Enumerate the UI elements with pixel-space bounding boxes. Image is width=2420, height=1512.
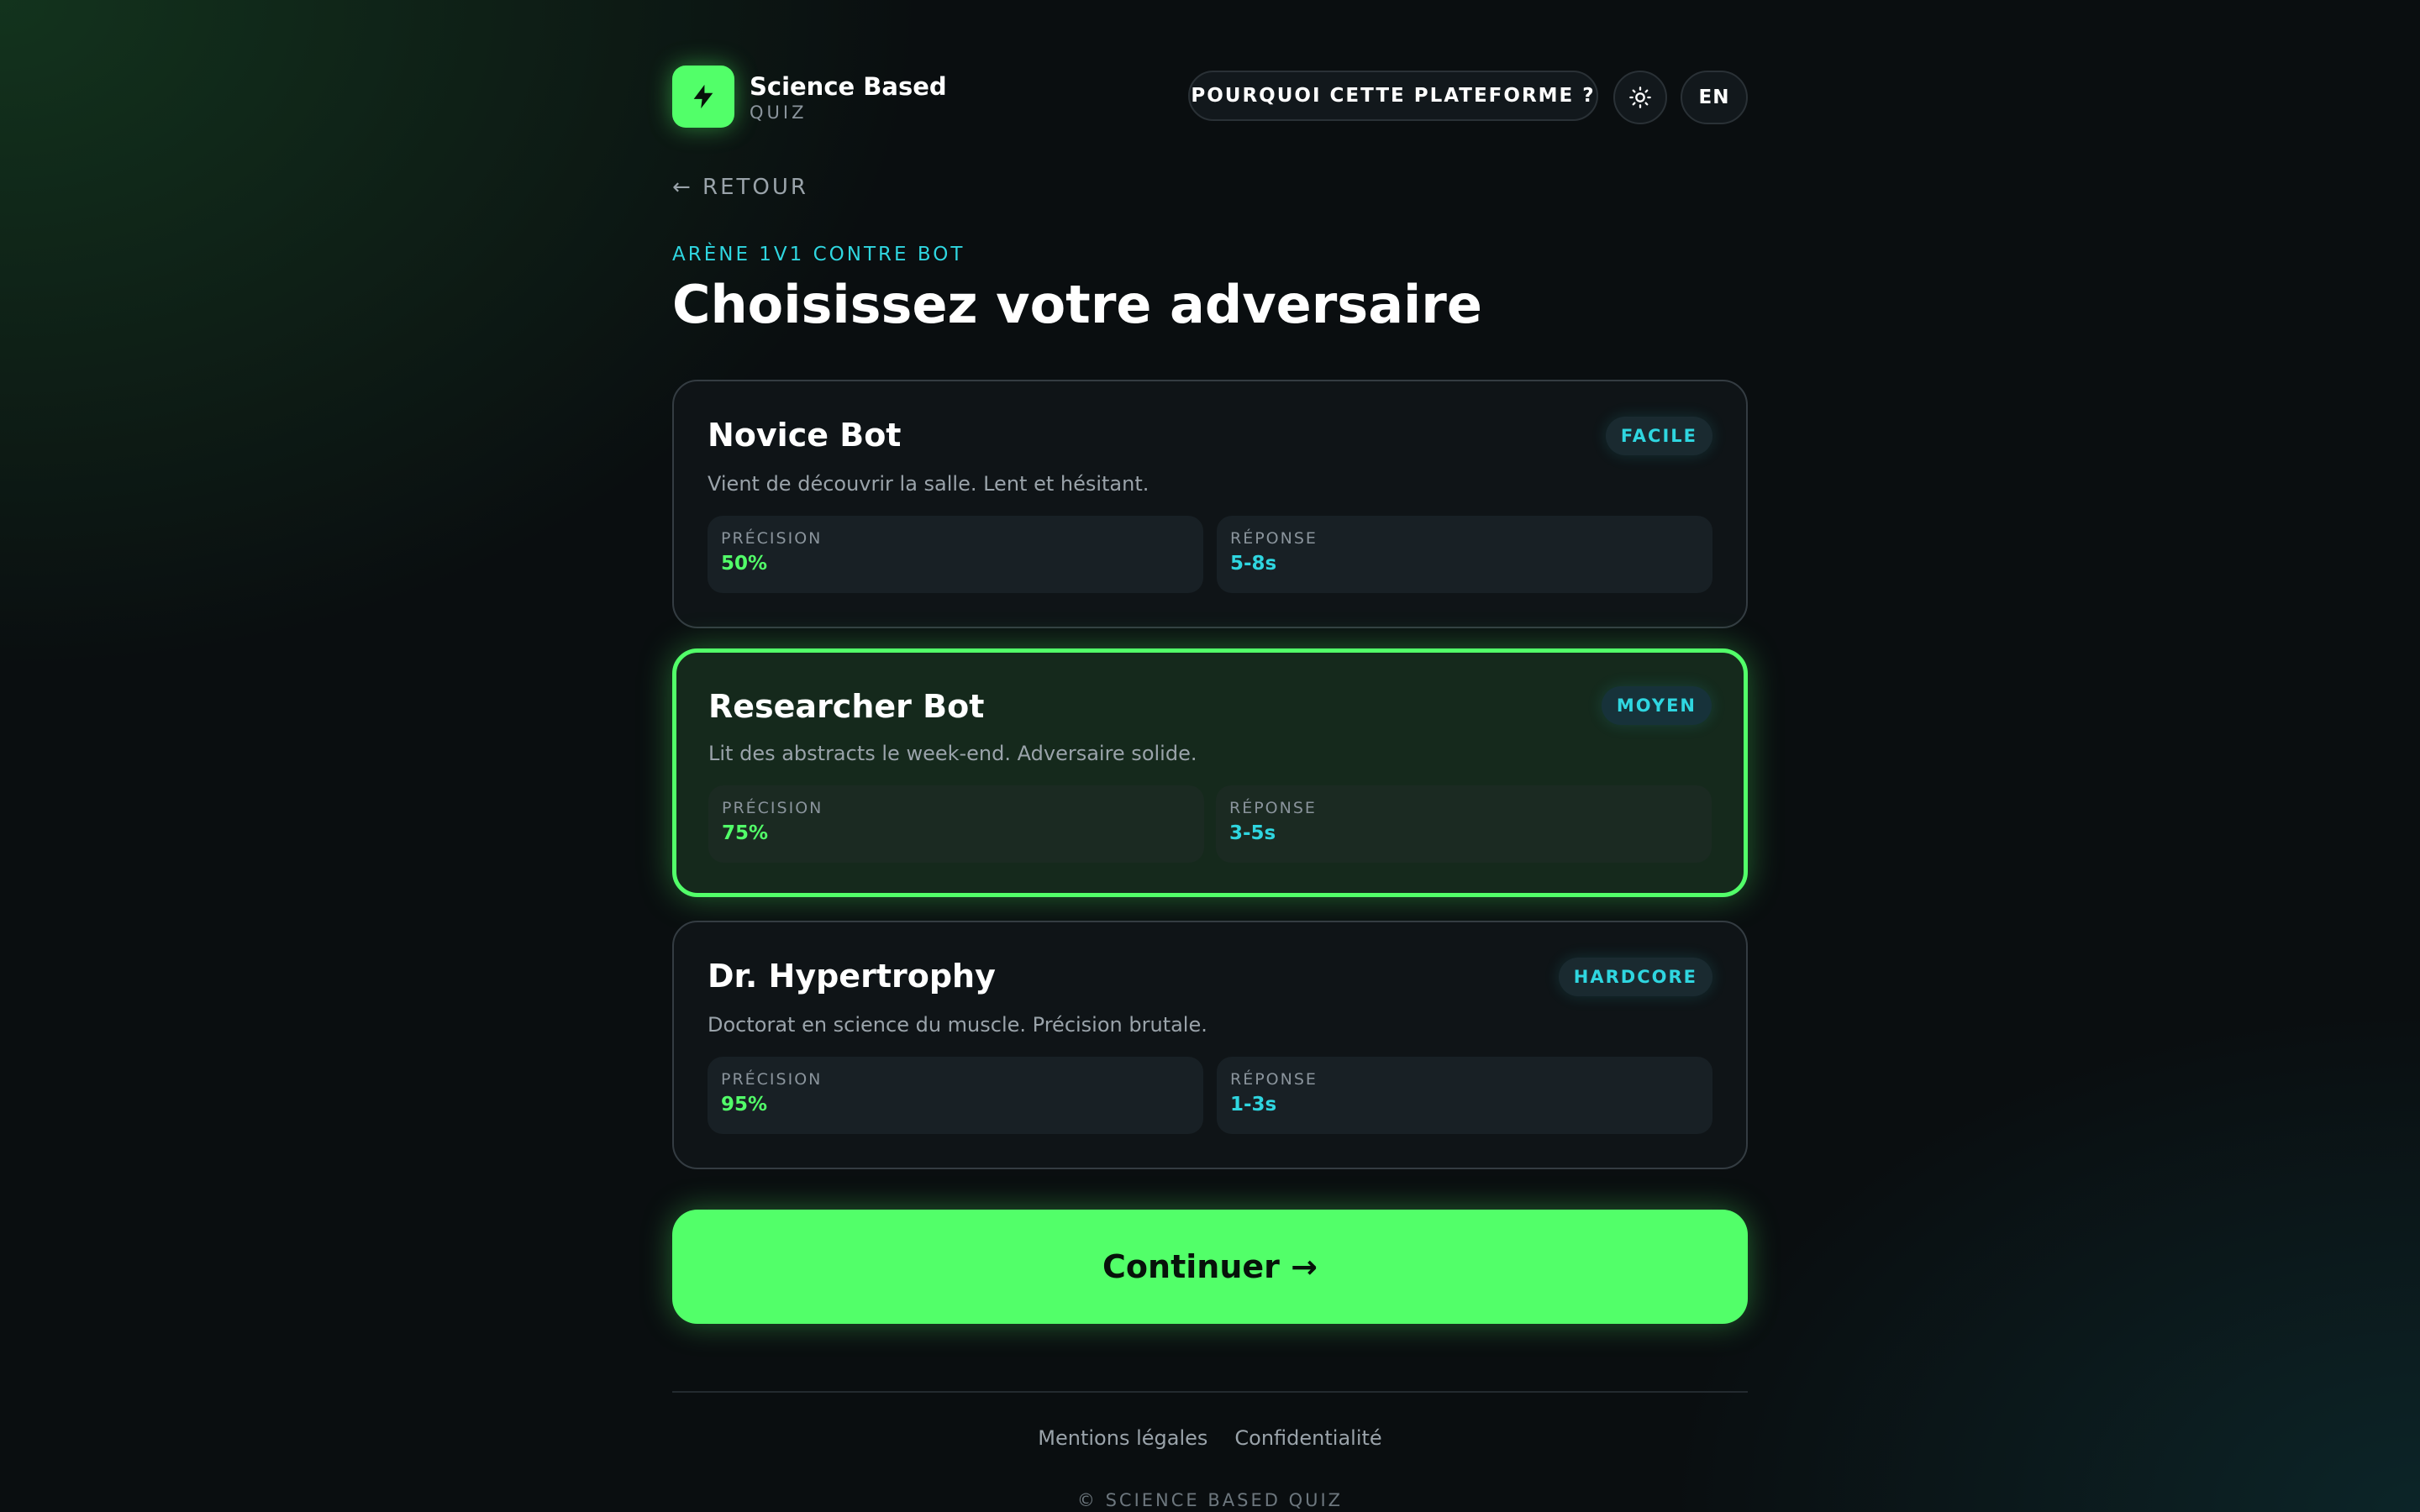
response-label: RÉPONSE [1230,529,1318,548]
page: Science Based QUIZ POURQUOI CETTE PLATEF… [672,0,1748,1512]
theme-toggle-button[interactable] [1613,71,1667,124]
lightning-bolt-icon [693,84,713,109]
precision-label: PRÉCISION [722,799,823,817]
continue-button[interactable]: Continuer → [672,1210,1748,1324]
response-stat: RÉPONSE 3-5s [1216,785,1712,863]
bot-card-novice[interactable]: Novice Bot FACILE Vient de découvrir la … [672,380,1748,628]
bot-name: Dr. Hypertrophy [708,958,996,995]
brand-name: Science Based [750,72,947,101]
precision-stat: PRÉCISION 95% [708,1057,1203,1134]
bot-card-hypertrophy[interactable]: Dr. Hypertrophy HARDCORE Doctorat en sci… [672,921,1748,1169]
precision-value: 50% [721,553,768,575]
logo[interactable] [672,66,734,128]
precision-value: 95% [721,1094,768,1116]
response-value: 3-5s [1229,822,1276,844]
back-link[interactable]: ← RETOUR [672,175,808,200]
section-eyebrow: ARÈNE 1V1 CONTRE BOT [672,244,965,265]
bot-name: Researcher Bot [708,688,985,725]
brand-subtitle: QUIZ [750,102,808,123]
response-label: RÉPONSE [1230,1070,1318,1089]
precision-label: PRÉCISION [721,1070,823,1089]
sun-icon [1629,87,1651,108]
privacy-link[interactable]: Confidentialité [1234,1426,1381,1450]
bot-description: Doctorat en science du muscle. Précision… [708,1013,1207,1037]
language-button[interactable]: EN [1681,71,1748,124]
footer-links: Mentions légales Confidentialité [672,1426,1748,1450]
bot-description: Vient de découvrir la salle. Lent et hés… [708,472,1150,496]
bot-name: Novice Bot [708,417,902,454]
why-platform-button[interactable]: POURQUOI CETTE PLATEFORME ? [1188,71,1598,121]
bot-card-researcher[interactable]: Researcher Bot MOYEN Lit des abstracts l… [672,648,1748,897]
difficulty-badge: MOYEN [1601,686,1712,725]
response-stat: RÉPONSE 5-8s [1217,516,1712,593]
precision-value: 75% [722,822,769,844]
precision-stat: PRÉCISION 50% [708,516,1203,593]
footer-divider [672,1391,1748,1393]
precision-label: PRÉCISION [721,529,823,548]
copyright: © SCIENCE BASED QUIZ [1076,1490,1344,1510]
response-label: RÉPONSE [1229,799,1317,817]
precision-stat: PRÉCISION 75% [708,785,1204,863]
response-value: 5-8s [1230,553,1277,575]
page-title: Choisissez votre adversaire [672,274,1482,335]
response-value: 1-3s [1230,1094,1277,1116]
difficulty-badge: FACILE [1605,417,1712,455]
difficulty-badge: HARDCORE [1558,958,1712,996]
legal-notice-link[interactable]: Mentions légales [1038,1426,1207,1450]
header: Science Based QUIZ POURQUOI CETTE PLATEF… [672,66,1748,128]
bot-description: Lit des abstracts le week-end. Adversair… [708,742,1197,765]
response-stat: RÉPONSE 1-3s [1217,1057,1712,1134]
